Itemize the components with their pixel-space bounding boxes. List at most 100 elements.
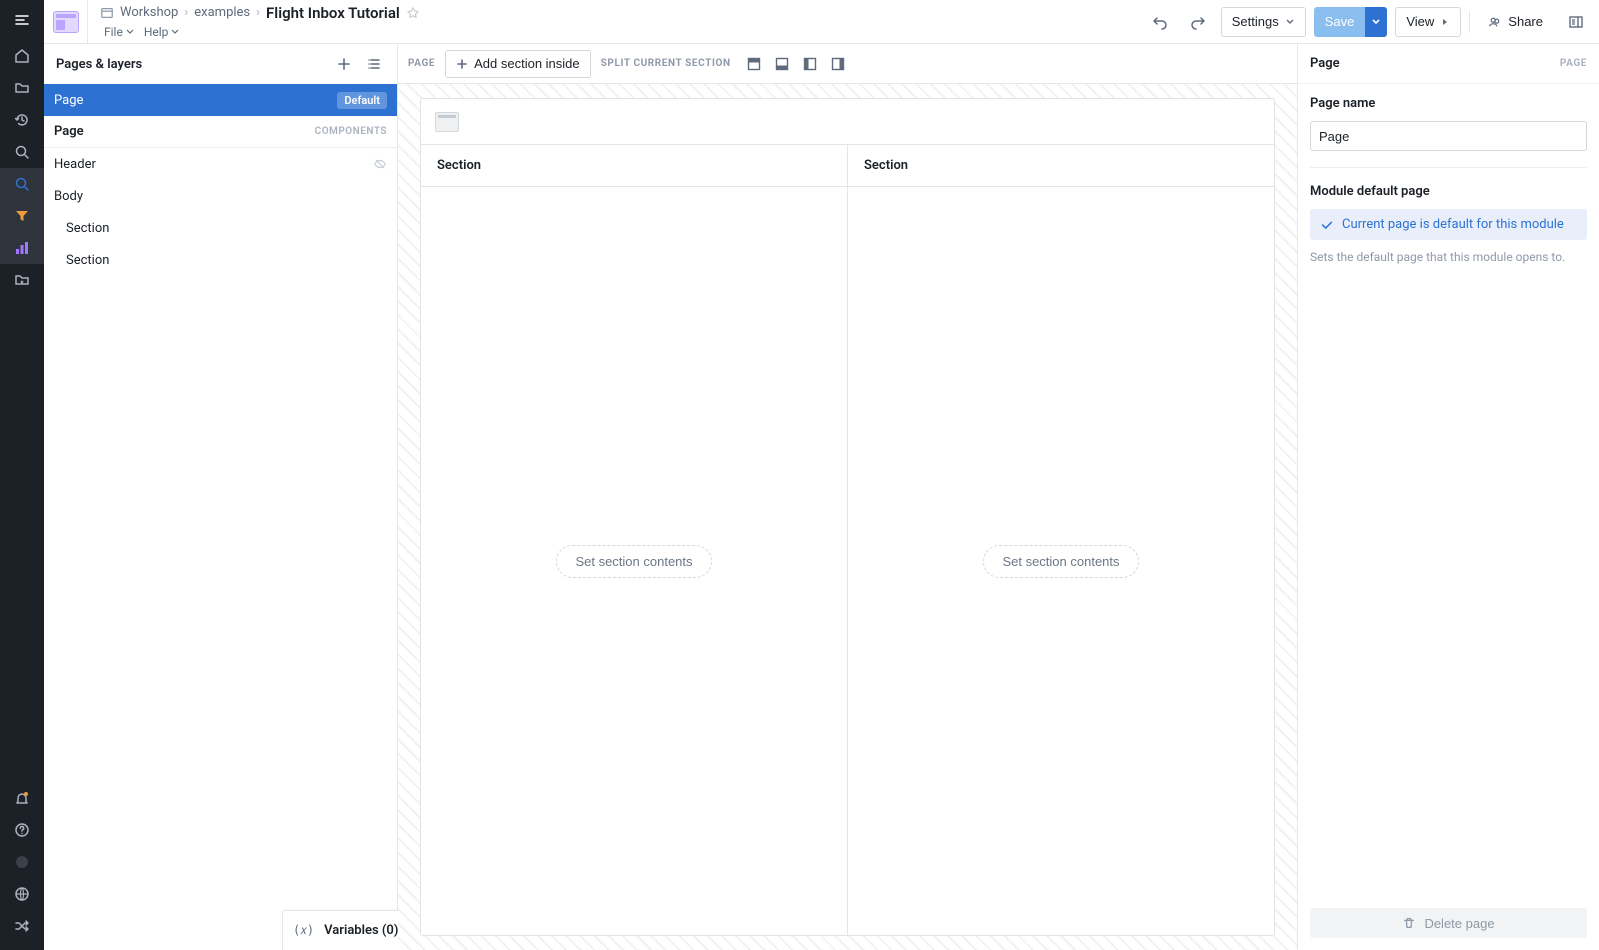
divider <box>1310 167 1587 168</box>
panel-toggle-icon[interactable] <box>1561 7 1591 37</box>
breadcrumb: Workshop › examples › Flight Inbox Tutor… <box>100 4 420 22</box>
default-badge: Default <box>337 92 387 109</box>
canvas-page-label: PAGE <box>408 58 435 69</box>
undo-icon[interactable] <box>1145 7 1175 37</box>
chevron-right-icon: › <box>256 5 260 20</box>
header-placeholder-icon <box>435 112 459 132</box>
default-page-callout: Current page is default for this module <box>1310 209 1587 240</box>
callout-text: Current page is default for this module <box>1342 217 1564 232</box>
filter-icon[interactable] <box>0 200 44 232</box>
menu-help-label: Help <box>144 25 169 39</box>
tree-row-label: Section <box>66 221 387 236</box>
set-section-contents-button[interactable]: Set section contents <box>983 545 1138 578</box>
notifications-icon[interactable] <box>0 782 44 814</box>
account-icon[interactable] <box>0 846 44 878</box>
tree-row-label: Section <box>66 253 387 268</box>
chevron-right-icon: › <box>184 5 188 20</box>
delete-page-button[interactable]: Delete page <box>1310 908 1587 938</box>
left-panel-title: Pages & layers <box>56 57 142 72</box>
search-data-icon[interactable] <box>0 168 44 200</box>
collapse-tree-icon[interactable] <box>359 49 389 79</box>
tree-row-section-2[interactable]: Section <box>44 244 397 276</box>
split-left-icon[interactable] <box>797 51 823 77</box>
shuffle-icon[interactable] <box>0 910 44 942</box>
canvas-toolbar: PAGE Add section inside SPLIT CURRENT SE… <box>398 44 1297 84</box>
view-button[interactable]: View <box>1395 7 1461 37</box>
canvas-area: Section Set section contents Section Set… <box>398 84 1297 950</box>
section-heading-label: Section <box>437 158 481 173</box>
section-1-head: Section <box>421 145 847 187</box>
save-dropdown-button[interactable] <box>1365 7 1387 37</box>
right-panel-side-tag: PAGE <box>1560 58 1587 69</box>
workshop-icon <box>100 6 114 20</box>
share-label: Share <box>1508 14 1543 29</box>
settings-label: Settings <box>1232 14 1279 29</box>
tree-row-body[interactable]: Body <box>44 180 397 212</box>
tree-row-label: Page <box>54 93 337 108</box>
section-2[interactable]: Section Set section contents <box>847 145 1274 935</box>
page-card[interactable]: Section Set section contents Section Set… <box>420 98 1275 936</box>
delete-page-label: Delete page <box>1424 916 1494 931</box>
page-name-input[interactable] <box>1310 121 1587 151</box>
page-header-slot[interactable] <box>421 99 1274 145</box>
save-button-group: Save <box>1314 7 1388 37</box>
activity-bar <box>0 0 44 950</box>
view-label: View <box>1406 14 1434 29</box>
share-button[interactable]: Share <box>1478 7 1553 37</box>
section-2-head: Section <box>848 145 1274 187</box>
layer-tree: Page Default Page COMPONENTS Header Body <box>44 84 397 950</box>
tree-row-section-1[interactable]: Section <box>44 212 397 244</box>
breadcrumb-workshop[interactable]: Workshop <box>120 5 178 20</box>
breadcrumb-current: Flight Inbox Tutorial <box>266 4 400 22</box>
right-panel-title: Page <box>1310 56 1340 71</box>
visibility-icon[interactable] <box>373 157 387 171</box>
redo-icon[interactable] <box>1183 7 1213 37</box>
default-page-hint: Sets the default page that this module o… <box>1310 250 1587 264</box>
page-body: Section Set section contents Section Set… <box>421 145 1274 935</box>
set-section-contents-button[interactable]: Set section contents <box>556 545 711 578</box>
tree-row-page[interactable]: Page Default <box>44 84 397 116</box>
components-tag: COMPONENTS <box>315 126 387 137</box>
save-button[interactable]: Save <box>1314 7 1366 37</box>
menu-icon[interactable] <box>0 0 44 40</box>
left-panel-header: Pages & layers <box>44 44 397 84</box>
save-label: Save <box>1325 14 1355 29</box>
history-icon[interactable] <box>0 104 44 136</box>
globe-icon[interactable] <box>0 878 44 910</box>
section-1-body: Set section contents <box>421 187 847 935</box>
star-icon[interactable] <box>406 6 420 20</box>
section-2-body: Set section contents <box>848 187 1274 935</box>
favorites-folder-icon[interactable] <box>0 264 44 296</box>
tree-row-page-2[interactable]: Page COMPONENTS <box>44 116 397 148</box>
check-icon <box>1320 218 1334 232</box>
menu-file-label: File <box>104 25 123 39</box>
help-icon[interactable] <box>0 814 44 846</box>
split-top-icon[interactable] <box>741 51 767 77</box>
menu-file[interactable]: File <box>100 24 138 40</box>
right-panel: Page PAGE Page name Module default page … <box>1297 44 1599 950</box>
breadcrumb-examples[interactable]: examples <box>194 5 250 20</box>
app-glyph <box>44 0 88 44</box>
module-default-label: Module default page <box>1310 184 1587 199</box>
tree-row-label: Body <box>54 189 387 204</box>
right-panel-header: Page PAGE <box>1298 44 1599 84</box>
settings-button[interactable]: Settings <box>1221 7 1306 37</box>
add-page-icon[interactable] <box>329 49 359 79</box>
section-1[interactable]: Section Set section contents <box>421 145 847 935</box>
divider <box>1469 11 1470 33</box>
split-label: SPLIT CURRENT SECTION <box>601 58 731 69</box>
search-icon[interactable] <box>0 136 44 168</box>
left-panel: Pages & layers Page Default Page COMPONE… <box>44 44 398 950</box>
variables-icon: (𝑥) <box>293 923 314 938</box>
tree-row-header[interactable]: Header <box>44 148 397 180</box>
chart-icon[interactable] <box>0 232 44 264</box>
menu-help[interactable]: Help <box>140 24 184 40</box>
canvas-column: PAGE Add section inside SPLIT CURRENT SE… <box>398 44 1297 950</box>
add-section-inside-button[interactable]: Add section inside <box>445 50 591 78</box>
split-right-icon[interactable] <box>825 51 851 77</box>
home-icon[interactable] <box>0 40 44 72</box>
add-section-label: Add section inside <box>474 56 580 71</box>
tree-row-label: Page <box>54 124 315 139</box>
split-bottom-icon[interactable] <box>769 51 795 77</box>
folder-icon[interactable] <box>0 72 44 104</box>
